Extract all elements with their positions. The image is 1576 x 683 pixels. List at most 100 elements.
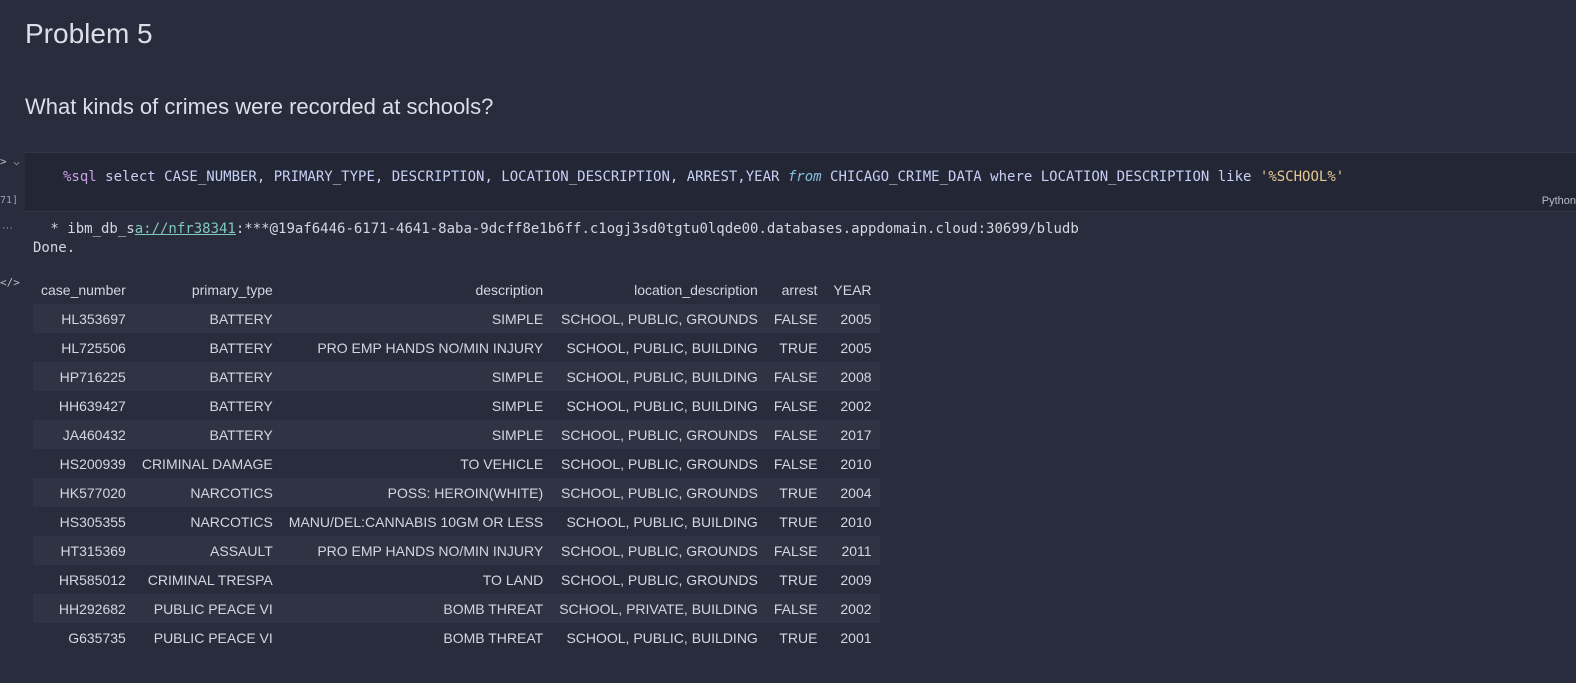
description-cell: MANU/DEL:CANNABIS 10GM OR LESS [288,513,544,530]
code-line[interactable]: %sql select CASE_NUMBER, PRIMARY_TYPE, D… [63,169,1344,185]
more-actions-icon[interactable]: ··· [2,222,13,234]
table-row: HL353697 BATTERY SIMPLE SCHOOL, PUBLIC, GRO… [33,304,880,333]
location-cell: SCHOOL, PUBLIC, BUILDING [566,397,758,414]
year-cell: 2011 [841,542,872,559]
cell-language-label[interactable]: Python [1542,195,1576,207]
table-row: HP716225 BATTERY SIMPLE SCHOOL, PUBLIC, BUI… [33,362,880,391]
primary-type-cell: BATTERY [209,368,273,385]
location-cell: SCHOOL, PUBLIC, GROUNDS [561,310,758,327]
case-number-cell: HH292682 [58,600,126,617]
code-token: CHICAGO_CRIME_DATA where LOCATION_DESCRI… [821,169,1260,185]
table-row: G635735 PUBLIC PEACE VI BOMB THREAT SCHOOL,… [33,623,880,652]
table-row: HT315369 ASSAULT PRO EMP HANDS NO/MIN INJU… [33,536,880,565]
primary-type-cell: BATTERY [209,339,273,356]
table-header-row: case_number primary_type description loc… [33,275,880,304]
table-row: HS200939 CRIMINAL DAMAGE TO VEHICLE SCHOOL,… [33,449,880,478]
column-header: case_number [41,281,126,298]
output-type-icon[interactable]: </> [0,276,20,289]
description-cell: SIMPLE [491,368,544,385]
description-cell: PRO EMP HANDS NO/MIN INJURY [317,339,544,356]
case-number-cell: HL353697 [61,310,126,327]
column-header: primary_type [191,281,273,298]
code-cell-editor[interactable]: %sql select CASE_NUMBER, PRIMARY_TYPE, D… [25,152,1576,212]
year-cell: 2002 [840,600,872,617]
table-row: HH639427 BATTERY SIMPLE SCHOOL, PUBLIC, BUI… [33,391,880,420]
arrest-cell: TRUE [779,339,818,356]
year-cell: 2002 [840,397,872,414]
primary-type-cell: BATTERY [209,310,273,327]
table-row: HK577020 NARCOTICS POSS: HEROIN(WHITE) SCHO… [33,478,880,507]
case-number-cell: HT315369 [60,542,126,559]
year-cell: 2004 [840,484,872,501]
year-cell: 2010 [840,513,872,530]
primary-type-cell: BATTERY [209,426,273,443]
case-number-cell: JA460432 [62,426,126,443]
case-number-cell: HL725506 [61,339,126,356]
case-number-cell: HH639427 [58,397,126,414]
column-header: location_description [634,281,758,298]
year-cell: 2005 [840,339,872,356]
notebook-page: Problem 5 What kinds of crimes were reco… [0,0,1576,683]
arrest-cell: FALSE [773,455,818,472]
code-token: select CASE_NUMBER, PRIMARY_TYPE, DESCRI… [96,169,788,185]
connection-prefix: * ibm_db_s [42,221,135,237]
year-cell: 2008 [840,368,872,385]
arrest-cell: TRUE [779,629,818,646]
case-number-cell: HR585012 [58,571,126,588]
primary-type-cell: CRIMINAL TRESPA [147,571,273,588]
location-cell: SCHOOL, PUBLIC, BUILDING [566,368,758,385]
primary-type-cell: ASSAULT [210,542,273,559]
markdown-question: What kinds of crimes were recorded at sc… [25,94,494,119]
location-cell: SCHOOL, PUBLIC, GROUNDS [561,455,758,472]
arrest-cell: TRUE [779,484,818,501]
pattern-string-token: '%SCHOOL%' [1259,169,1345,185]
table-row: HL725506 BATTERY PRO EMP HANDS NO/MIN INJU… [33,333,880,362]
description-cell: TO LAND [482,571,544,588]
description-cell: BOMB THREAT [443,629,544,646]
arrest-cell: FALSE [773,368,818,385]
year-cell: 2010 [840,455,872,472]
primary-type-cell: NARCOTICS [190,513,273,530]
year-cell: 2017 [840,426,872,443]
location-cell: SCHOOL, PUBLIC, BUILDING [566,339,758,356]
primary-type-cell: NARCOTICS [190,484,273,501]
connection-string: * ibm_db_sa://nfr38341:***@19af6446-6171… [42,221,1079,237]
arrest-cell: FALSE [773,397,818,414]
primary-type-cell: PUBLIC PEACE VI [153,600,273,617]
case-number-cell: HS200939 [59,455,126,472]
from-keyword-token: from [787,169,822,185]
result-table: case_number primary_type description loc… [33,275,880,652]
run-cell-icon[interactable]: > ⌵ [0,155,20,168]
location-cell: SCHOOL, PUBLIC, BUILDING [566,513,758,530]
sql-magic-token: %sql [63,169,97,185]
arrest-cell: FALSE [773,426,818,443]
markdown-heading: Problem 5 [25,18,153,49]
connection-suffix: :***@19af6446-6171-4641-8aba-9dcff8e1b6f… [235,221,1079,237]
year-cell: 2009 [840,571,872,588]
location-cell: SCHOOL, PUBLIC, GROUNDS [561,426,758,443]
description-cell: SIMPLE [491,397,544,414]
description-cell: BOMB THREAT [443,600,544,617]
location-cell: SCHOOL, PUBLIC, GROUNDS [561,542,758,559]
table-row: HS305355 NARCOTICS MANU/DEL:CANNABIS 10GM … [33,507,880,536]
connection-link[interactable]: a://nfr38341 [135,221,236,237]
arrest-cell: FALSE [773,542,818,559]
description-cell: POSS: HEROIN(WHITE) [387,484,544,501]
output-status: Done. [33,240,76,256]
arrest-cell: FALSE [773,600,818,617]
primary-type-cell: BATTERY [209,397,273,414]
location-cell: SCHOOL, PUBLIC, BUILDING [566,629,758,646]
location-cell: SCHOOL, PRIVATE, BUILDING [559,600,758,617]
case-number-cell: G635735 [68,629,126,646]
execution-count: 71] [0,195,19,206]
arrest-cell: FALSE [773,310,818,327]
case-number-cell: HS305355 [59,513,126,530]
arrest-cell: TRUE [779,513,818,530]
description-cell: SIMPLE [491,426,544,443]
column-header: arrest [781,281,818,298]
description-cell: TO VEHICLE [460,455,544,472]
primary-type-cell: PUBLIC PEACE VI [153,629,273,646]
location-cell: SCHOOL, PUBLIC, GROUNDS [561,484,758,501]
table-row: JA460432 BATTERY SIMPLE SCHOOL, PUBLIC, GRO… [33,420,880,449]
description-cell: PRO EMP HANDS NO/MIN INJURY [317,542,544,559]
